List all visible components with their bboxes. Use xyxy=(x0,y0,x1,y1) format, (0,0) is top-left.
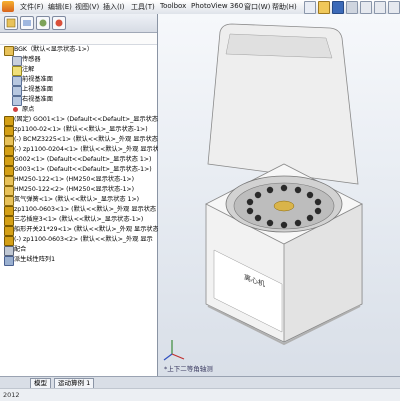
property-tab-icon[interactable] xyxy=(20,16,34,30)
axis-triad-icon xyxy=(163,340,185,361)
origin-icon xyxy=(13,107,18,112)
menu-insert[interactable]: 插入(I) xyxy=(103,2,125,12)
filter-row[interactable] xyxy=(0,33,157,45)
menu-toolbox[interactable]: Toolbox xyxy=(160,2,186,10)
subassembly-icon xyxy=(4,196,14,206)
part-icon xyxy=(4,146,14,156)
menu-tools[interactable]: 工具(T) xyxy=(131,2,155,12)
view-name: *上下二等角轴测 xyxy=(164,365,213,373)
print-icon[interactable] xyxy=(346,1,358,14)
menu-edit[interactable]: 编辑(E) xyxy=(48,2,72,12)
undo-icon[interactable] xyxy=(360,1,372,14)
graphics-viewport[interactable]: 离心机 *上下二等角轴测 xyxy=(158,14,400,376)
part-icon xyxy=(4,166,14,176)
config-tab-icon[interactable] xyxy=(36,16,50,30)
part-icon xyxy=(4,226,14,236)
status-bar: 2012 xyxy=(0,388,400,401)
menu-view[interactable]: 视图(V) xyxy=(75,2,99,12)
menu-window[interactable]: 窗口(W) xyxy=(244,2,270,12)
pattern-icon xyxy=(4,256,14,266)
menu-file[interactable]: 文件(F) xyxy=(20,2,44,12)
assembly-icon xyxy=(4,46,14,56)
plane-icon xyxy=(12,76,22,86)
plane-icon xyxy=(12,86,22,96)
menu-bar: 文件(F) 编辑(E) 视图(V) 插入(I) 工具(T) Toolbox Ph… xyxy=(0,0,400,15)
feature-manager-panel: BGK（默认<显示状态-1>） 传感器 注解 前视基准面 上视基准面 右视基准面… xyxy=(0,14,159,376)
display-tab-icon[interactable] xyxy=(52,16,66,30)
part-icon xyxy=(4,206,14,216)
centrifuge-model[interactable] xyxy=(158,14,400,376)
part-icon xyxy=(4,126,14,136)
new-icon[interactable] xyxy=(304,1,316,14)
save-icon[interactable] xyxy=(332,1,344,14)
part-icon xyxy=(4,236,14,246)
plane-icon xyxy=(12,96,22,106)
subassembly-icon xyxy=(4,186,14,196)
options-icon[interactable] xyxy=(388,1,400,14)
sensor-icon xyxy=(12,56,22,66)
select-icon[interactable] xyxy=(374,1,386,14)
panel-tabs xyxy=(0,14,157,33)
app-logo-icon[interactable] xyxy=(2,1,14,12)
open-icon[interactable] xyxy=(318,1,330,14)
mates-icon xyxy=(4,246,14,256)
annotation-icon xyxy=(12,66,22,76)
part-icon xyxy=(4,216,14,226)
menu-help[interactable]: 帮助(H) xyxy=(272,2,297,12)
feature-tree-tab-icon[interactable] xyxy=(4,16,18,30)
part-icon xyxy=(4,156,14,166)
part-icon xyxy=(4,116,14,126)
subassembly-icon xyxy=(4,136,14,146)
subassembly-icon xyxy=(4,176,14,186)
status-text: 2012 xyxy=(3,391,20,399)
menu-photoview[interactable]: PhotoView 360 xyxy=(191,2,243,10)
